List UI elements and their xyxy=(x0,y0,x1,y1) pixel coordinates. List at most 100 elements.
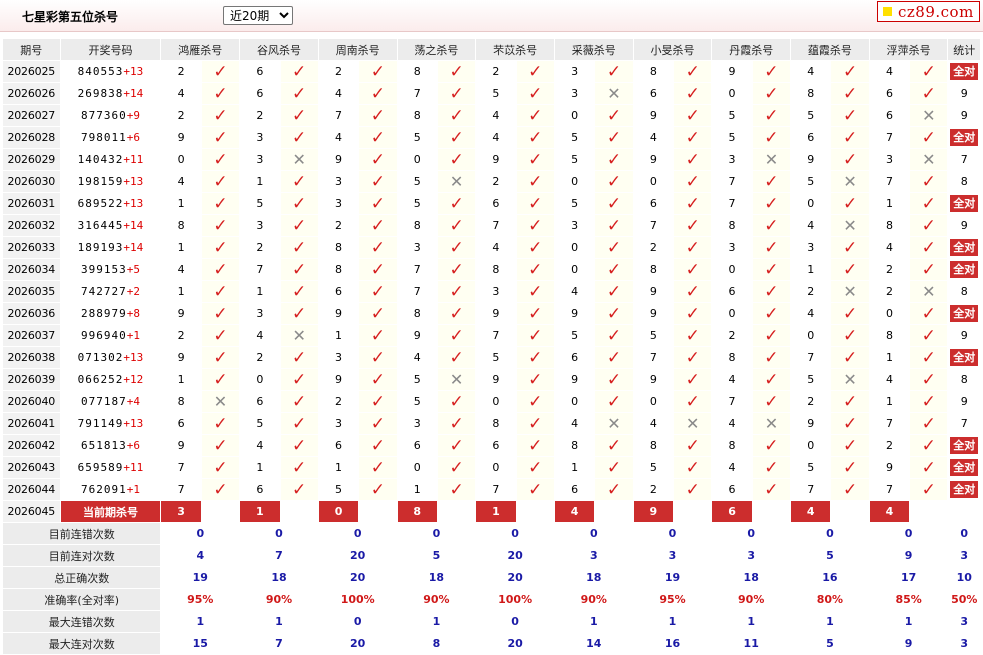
summary-value: 15 xyxy=(160,632,241,655)
result-mark: ✓ xyxy=(830,324,870,347)
result-mark: ✕ xyxy=(673,412,713,435)
period-cell: 2026040 xyxy=(2,390,61,413)
sum-value: +14 xyxy=(123,219,144,232)
checkmark-icon: ✓ xyxy=(606,149,622,170)
all-correct-badge: 全对 xyxy=(950,63,979,80)
col-header-expert[interactable]: 谷风杀号 xyxy=(239,38,319,61)
col-header-expert[interactable]: 蕴霞杀号 xyxy=(790,38,870,61)
result-mark: ✓ xyxy=(909,478,949,501)
draw-numbers: 659589 xyxy=(77,461,124,474)
kill-number: 3 xyxy=(553,60,596,83)
site-logo[interactable]: cz89.com xyxy=(877,1,980,22)
summary-row: 目前连错次数 0 0 0 0 0 0 0 0 0 0 0 xyxy=(1,522,981,545)
checkmark-icon: ✓ xyxy=(370,83,385,104)
result-mark: ✓ xyxy=(751,104,792,127)
col-header-expert[interactable]: 荡之杀号 xyxy=(396,38,477,61)
kill-number: 5 xyxy=(475,82,517,105)
col-header-expert[interactable]: 丹霞杀号 xyxy=(711,38,792,61)
stat-cell: 全对 xyxy=(947,192,981,215)
checkmark-icon: ✓ xyxy=(370,281,385,302)
draw-numbers: 066252 xyxy=(77,373,124,386)
result-mark: ✓ xyxy=(436,478,477,501)
kill-number: 7 xyxy=(868,126,911,149)
result-mark: ✓ xyxy=(673,390,713,413)
checkmark-icon: ✓ xyxy=(685,105,700,126)
checkmark-icon: ✓ xyxy=(921,171,936,192)
draw-numbers-cell: 798011+6 xyxy=(59,126,162,149)
col-header-expert[interactable]: 周南杀号 xyxy=(317,38,398,61)
current-kill-blank xyxy=(200,500,241,523)
kill-number: 9 xyxy=(317,368,360,391)
checkmark-icon: ✓ xyxy=(370,215,385,236)
kill-number: 6 xyxy=(239,82,281,105)
kill-number: 8 xyxy=(868,214,911,237)
result-mark: ✓ xyxy=(279,368,319,391)
kill-number: 9 xyxy=(396,324,438,347)
checkmark-icon: ✓ xyxy=(528,83,543,104)
result-mark: ✓ xyxy=(515,104,555,127)
col-header-expert[interactable]: 芣苡杀号 xyxy=(475,38,555,61)
checkmark-icon: ✓ xyxy=(449,281,464,302)
result-mark: ✓ xyxy=(594,258,634,281)
sum-value: +1 xyxy=(126,483,140,496)
stat-cell: 全对 xyxy=(947,258,981,281)
checkmark-icon: ✓ xyxy=(921,457,936,478)
col-header-expert[interactable]: 小旻杀号 xyxy=(632,38,713,61)
checkmark-icon: ✓ xyxy=(606,105,622,126)
summary-value: 16 xyxy=(632,632,713,655)
checkmark-icon: ✓ xyxy=(449,193,464,214)
draw-numbers-cell: 189193+14 xyxy=(59,236,162,259)
summary-value: 90% xyxy=(239,588,319,611)
period-select[interactable]: 近20期 xyxy=(223,6,293,25)
sum-value: +11 xyxy=(123,153,144,166)
cross-icon: ✕ xyxy=(922,281,936,301)
period-cell: 2026028 xyxy=(2,126,61,149)
kill-number: 1 xyxy=(396,478,438,501)
summary-value: 0 xyxy=(160,522,241,545)
result-mark: ✓ xyxy=(436,434,477,457)
col-header-period: 期号 xyxy=(2,38,61,61)
result-mark: ✓ xyxy=(436,324,477,347)
result-mark: ✓ xyxy=(594,280,634,303)
kill-number: 8 xyxy=(868,324,911,347)
kill-number: 4 xyxy=(160,170,202,193)
result-mark: ✓ xyxy=(200,324,241,347)
kill-number: 3 xyxy=(239,214,281,237)
col-header-expert[interactable]: 采薇杀号 xyxy=(553,38,634,61)
result-mark: ✓ xyxy=(358,126,398,149)
kill-number: 8 xyxy=(711,214,753,237)
summary-total: 50% xyxy=(947,588,981,611)
period-cell: 2026030 xyxy=(2,170,61,193)
kill-number: 5 xyxy=(711,126,753,149)
kill-number: 7 xyxy=(475,478,517,501)
result-mark: ✓ xyxy=(515,456,555,479)
result-mark: ✓ xyxy=(830,60,870,83)
kill-number: 5 xyxy=(553,324,596,347)
summary-label: 目前连对次数 xyxy=(1,544,162,567)
col-header-expert[interactable]: 鸿雁杀号 xyxy=(160,38,241,61)
kill-number: 1 xyxy=(317,456,360,479)
summary-label: 总正确次数 xyxy=(1,566,162,589)
kill-number: 7 xyxy=(160,478,202,501)
result-mark: ✓ xyxy=(751,258,792,281)
kill-number: 2 xyxy=(317,60,360,83)
cross-icon: ✕ xyxy=(843,369,857,389)
kill-number: 8 xyxy=(475,412,517,435)
result-mark: ✓ xyxy=(279,60,319,83)
checkmark-icon: ✓ xyxy=(606,259,622,280)
result-mark: ✓ xyxy=(830,390,870,413)
kill-number: 1 xyxy=(790,258,832,281)
kill-number: 7 xyxy=(396,82,438,105)
kill-number: 6 xyxy=(475,434,517,457)
result-mark: ✓ xyxy=(358,324,398,347)
result-mark: ✓ xyxy=(673,236,713,259)
checkmark-icon: ✓ xyxy=(685,215,700,236)
table-row: 2026042 651813+6 9 ✓ 4 ✓ 6 ✓ 6 ✓ 6 ✓ 8 ✓ 8 ✓ 8 ✓ 0 ✓ 2 ✓ 全对 xyxy=(2,434,981,457)
kill-number: 6 xyxy=(868,82,911,105)
sum-value: +8 xyxy=(126,307,140,320)
all-correct-badge: 全对 xyxy=(950,459,979,476)
result-mark: ✕ xyxy=(279,324,319,347)
kill-number: 5 xyxy=(711,104,753,127)
stat-cell: 全对 xyxy=(947,456,981,479)
col-header-expert[interactable]: 浮萍杀号 xyxy=(868,38,949,61)
